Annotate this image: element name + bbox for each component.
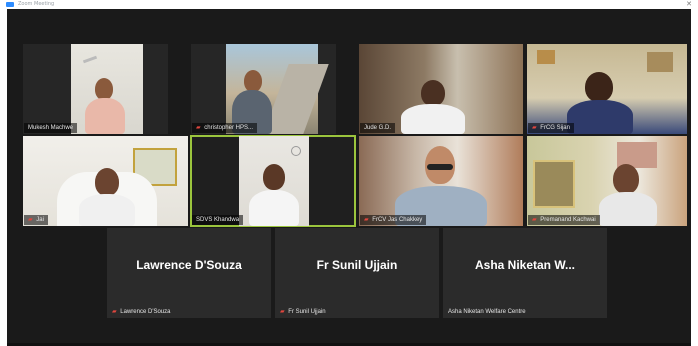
- video-tile[interactable]: ▰ FrCG Sijan: [527, 44, 687, 134]
- participant-name-tag: ▰ Lawrence D'Souza: [112, 309, 171, 315]
- video-feed: [359, 44, 523, 134]
- microphone-muted-icon: ▰: [364, 217, 369, 223]
- participant-display-name: Asha Niketan W...: [474, 258, 576, 272]
- video-tile-no-video[interactable]: Asha Niketan W... ▰ Asha Niketan Welfare…: [443, 228, 607, 318]
- participant-display-name: Fr Sunil Ujjain: [316, 258, 398, 272]
- video-feed: [71, 44, 143, 134]
- video-feed: [226, 44, 329, 134]
- participant-name-tag: ▰ Jude G.D.: [360, 123, 396, 133]
- window-titlebar: Zoom Meeting ✕: [0, 0, 698, 9]
- video-tile[interactable]: ▰ Premanand Kachwai: [527, 136, 687, 226]
- participant-name-tag: ▰ Premanand Kachwai: [528, 215, 600, 225]
- microphone-muted-icon: ▰: [112, 309, 117, 315]
- close-icon[interactable]: ✕: [686, 0, 692, 8]
- video-tile-no-video[interactable]: Lawrence D'Souza ▰ Lawrence D'Souza: [107, 228, 271, 318]
- participant-display-name: Lawrence D'Souza: [136, 258, 242, 272]
- participant-name-tag: ▰ Asha Niketan Welfare Centre: [448, 309, 526, 315]
- microphone-muted-icon: ▰: [28, 217, 33, 223]
- microphone-muted-icon: ▰: [532, 125, 537, 131]
- video-tile-no-video[interactable]: Fr Sunil Ujjain ▰ Fr Sunil Ujjain: [275, 228, 439, 318]
- video-feed: [23, 136, 188, 226]
- microphone-muted-icon: ▰: [196, 125, 201, 131]
- video-feed: [239, 136, 309, 226]
- participant-name-tag: ▰ SDVS Khandwa: [192, 215, 244, 225]
- participant-name-tag: ▰ FrCG Sijan: [528, 123, 574, 133]
- participant-name-tag: ▰ FrCV Jas Chakkey: [360, 215, 427, 225]
- participant-name-tag: ▰ Fr Sunil Ujjain: [280, 309, 326, 315]
- video-tile[interactable]: ▰ christopher HPS...: [191, 44, 336, 134]
- zoom-app-icon: [6, 2, 14, 7]
- video-tile[interactable]: ▰ Mukesh Machwe: [23, 44, 168, 134]
- video-tile[interactable]: ▰ Jude G.D.: [359, 44, 523, 134]
- video-tile[interactable]: ▰ Jai: [23, 136, 188, 226]
- video-tile-active-speaker[interactable]: ▰ SDVS Khandwa: [190, 135, 356, 227]
- gallery-view: ▰ Mukesh Machwe ▰ christopher HPS... ▰ J…: [7, 9, 691, 343]
- microphone-muted-icon: ▰: [280, 309, 285, 315]
- video-tile[interactable]: ▰ FrCV Jas Chakkey: [359, 136, 523, 226]
- participant-name-tag: ▰ Jai: [24, 215, 48, 225]
- video-feed: [527, 136, 687, 226]
- video-feed: [527, 44, 687, 134]
- video-feed: [359, 136, 523, 226]
- participant-name-tag: ▰ christopher HPS...: [192, 123, 257, 133]
- microphone-muted-icon: ▰: [532, 217, 537, 223]
- participant-name-tag: ▰ Mukesh Machwe: [24, 123, 78, 133]
- window-title: Zoom Meeting: [18, 1, 55, 7]
